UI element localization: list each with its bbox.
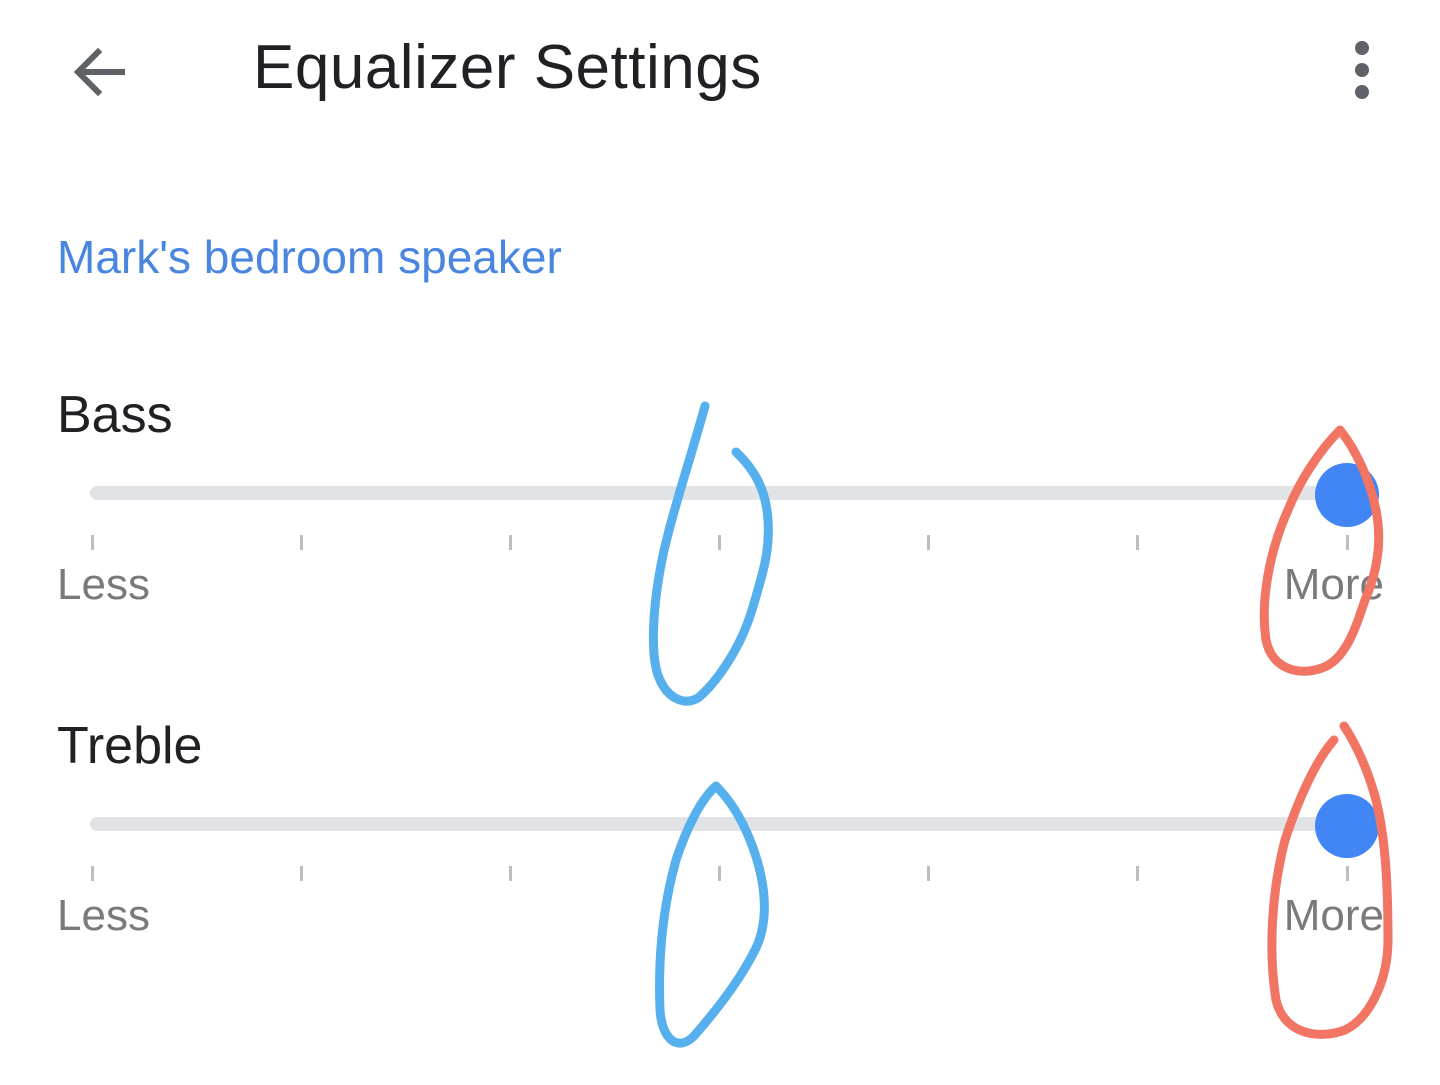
bass-slider-track[interactable] <box>90 486 1348 500</box>
arrow-back-icon <box>73 47 125 97</box>
slider-tick <box>1345 866 1349 881</box>
slider-tick <box>299 866 303 881</box>
slider-tick <box>927 535 931 550</box>
slider-tick <box>90 866 94 881</box>
bass-max-label: More <box>1283 560 1384 609</box>
bass-label: Bass <box>57 386 173 444</box>
device-section-header: Mark's bedroom speaker <box>57 231 562 283</box>
page-title: Equalizer Settings <box>253 33 762 102</box>
slider-tick <box>90 535 94 550</box>
more-vert-icon <box>1355 41 1369 99</box>
slider-tick <box>718 866 721 881</box>
overflow-menu-button[interactable] <box>1322 30 1402 110</box>
treble-min-label: Less <box>57 891 150 940</box>
treble-max-label: More <box>1283 891 1384 940</box>
slider-tick <box>718 535 721 550</box>
treble-label: Treble <box>57 717 203 775</box>
slider-tick <box>1136 866 1140 881</box>
bass-slider-thumb[interactable] <box>1315 463 1379 527</box>
bass-min-label: Less <box>57 560 150 609</box>
app-bar: Equalizer Settings <box>0 0 1440 150</box>
back-button[interactable] <box>58 30 138 110</box>
slider-tick <box>927 866 931 881</box>
treble-slider-track[interactable] <box>90 817 1348 831</box>
treble-setting: Treble Less More <box>0 716 1440 1016</box>
slider-tick <box>508 866 512 881</box>
treble-slider-thumb[interactable] <box>1315 794 1379 858</box>
slider-tick <box>299 535 303 550</box>
bass-setting: Bass Less More <box>0 385 1440 685</box>
slider-tick <box>1136 535 1140 550</box>
slider-tick <box>508 535 512 550</box>
slider-tick <box>1345 535 1349 550</box>
